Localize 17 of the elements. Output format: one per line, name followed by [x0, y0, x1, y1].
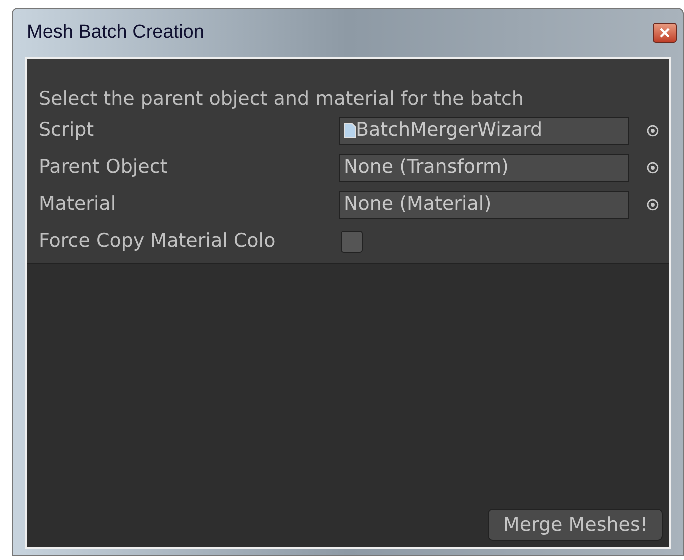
merge-meshes-button[interactable]: Merge Meshes!: [488, 509, 663, 541]
property-label: Parent Object: [39, 155, 169, 180]
document-icon: [344, 123, 356, 138]
window-title: Mesh Batch Creation: [27, 20, 204, 45]
object-field[interactable]: BatchMergerWizard: [338, 116, 630, 144]
checkbox[interactable]: [341, 230, 363, 252]
property-label: Material: [39, 192, 118, 218]
close-button[interactable]: [653, 23, 677, 43]
property-label: Script: [39, 118, 96, 144]
object-picker-icon[interactable]: [647, 198, 659, 210]
object-picker-icon[interactable]: [647, 162, 659, 174]
object-field[interactable]: None (Material): [338, 190, 630, 218]
close-icon: [660, 28, 670, 38]
object-picker-icon[interactable]: [647, 124, 659, 136]
help-text: Select the parent object and material for the batch: [39, 88, 524, 110]
property-label: Force Copy Material Colo: [39, 229, 277, 254]
object-field[interactable]: None (Transform): [338, 154, 630, 182]
